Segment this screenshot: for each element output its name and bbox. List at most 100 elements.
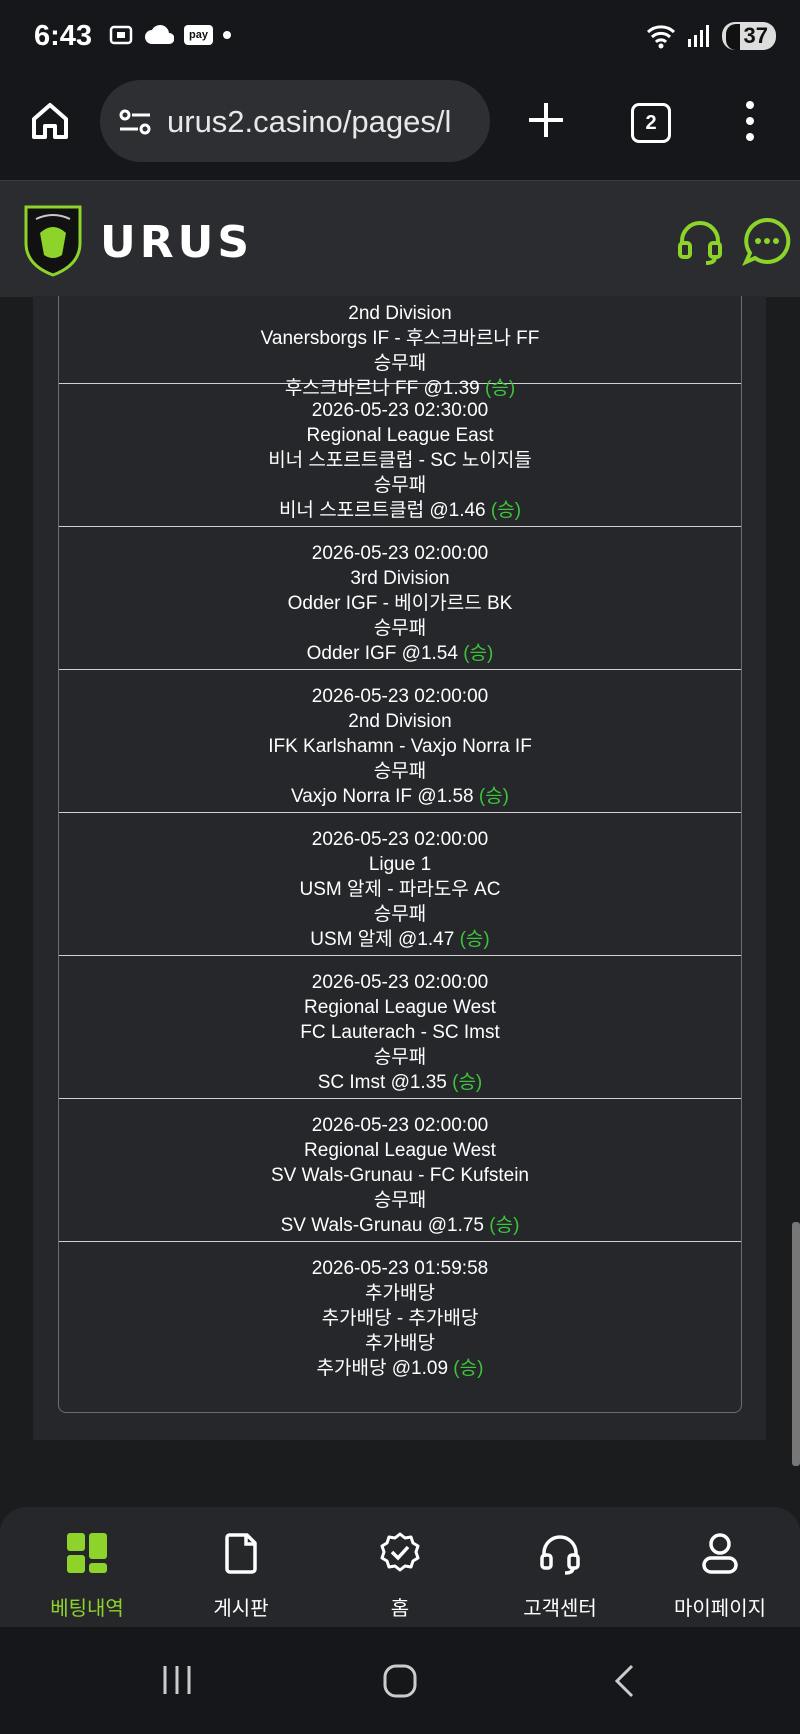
- bet-match: USM 알제 - 파라도우 AC: [299, 879, 501, 900]
- nav-customer-center[interactable]: 고객센터: [485, 1531, 635, 1621]
- bet-market: 승무패: [373, 1047, 427, 1068]
- tab-switcher-button[interactable]: 2: [631, 103, 671, 143]
- bet-pick: 후스크바르나 FF @1.39: [284, 378, 480, 399]
- bet-entry: 2026-05-23 02:00:00 3rd Division Odder I…: [59, 527, 741, 670]
- home-badge-icon: [380, 1532, 420, 1572]
- bet-league: Regional League East: [306, 425, 494, 446]
- headset-icon: [540, 1535, 580, 1575]
- nav-label: 베팅내역: [50, 1598, 124, 1620]
- bet-pick: USM 알제 @1.47: [310, 929, 455, 950]
- system-nav-bar: [0, 1627, 800, 1734]
- bet-entry: 2026-05-23 01:59:58 추가배당 추가배당 - 추가배당 추가배…: [59, 1242, 741, 1385]
- screenshot-icon: [109, 25, 133, 45]
- bet-match: IFK Karlshamn - Vaxjo Norra IF: [268, 736, 532, 757]
- user-icon: [702, 1533, 738, 1574]
- bet-market: 승무패: [373, 904, 427, 925]
- page-scrollbar[interactable]: [792, 1222, 800, 1466]
- status-bar: 6:43 pay 37: [0, 0, 800, 75]
- nav-home[interactable]: 홈: [325, 1531, 475, 1621]
- bet-market: 승무패: [373, 618, 427, 639]
- new-tab-icon[interactable]: [525, 99, 567, 141]
- bet-result: (승): [485, 378, 516, 399]
- bet-result: (승): [489, 1215, 520, 1236]
- bet-result: (승): [453, 1358, 484, 1379]
- bet-match: FC Lauterach - SC Imst: [300, 1022, 500, 1043]
- nav-label: 홈: [390, 1598, 410, 1620]
- wifi-icon: [646, 25, 675, 49]
- bet-match: 추가배당 - 추가배당: [321, 1308, 479, 1329]
- bet-market: 승무패: [373, 1190, 427, 1211]
- bet-pick: 비너 스포르트클럽 @1.46: [278, 500, 486, 521]
- battery-icon: 37: [721, 22, 776, 50]
- bottom-nav: 베팅내역 게시판 홈 고객센터 마이페이지: [0, 1507, 800, 1627]
- recent-apps-icon[interactable]: [160, 1663, 194, 1697]
- bet-market: 추가배당: [365, 1333, 435, 1354]
- bet-entry: 2026-05-23 02:00:00 Regional League West…: [59, 1099, 741, 1242]
- bet-league: 추가배당: [365, 1283, 435, 1304]
- bet-match: SV Wals-Grunau - FC Kufstein: [271, 1165, 529, 1186]
- bet-result: (승): [463, 643, 494, 664]
- bet-entry: 2026-05-23 02:00:00 2nd Division IFK Kar…: [59, 670, 741, 813]
- bet-entry: 2026-05-23 02:00:00 Regional League West…: [59, 956, 741, 1099]
- bet-history-icon: [67, 1533, 107, 1573]
- bet-result: (승): [490, 500, 522, 521]
- bet-league: 3rd Division: [350, 568, 450, 589]
- pay-icon: pay: [184, 25, 213, 45]
- bet-match: Vanersborgs IF - 후스크바르나 FF: [260, 328, 540, 349]
- bet-entry: 2026-05-23 02:30:00 Regional League East…: [59, 384, 741, 527]
- back-icon[interactable]: [612, 1663, 636, 1699]
- address-bar[interactable]: urus2.casino/pages/l: [100, 80, 490, 162]
- bet-league: Regional League West: [304, 997, 496, 1018]
- board-icon: [225, 1533, 257, 1574]
- bet-market: 승무패: [373, 761, 427, 782]
- bet-date: 2026-05-23 02:00:00: [311, 543, 489, 564]
- bet-date: 2026-05-23 02:00:00: [311, 1115, 489, 1136]
- nav-label: 고객센터: [523, 1598, 597, 1620]
- bet-pick: 추가배당 @1.09: [316, 1358, 449, 1379]
- bet-league: Regional League West: [304, 1140, 496, 1161]
- brand-name[interactable]: URUS: [100, 217, 253, 268]
- bet-league: Ligue 1: [368, 854, 432, 875]
- bet-pick: Vaxjo Norra IF @1.58: [290, 786, 474, 807]
- lamborghini-shield-logo[interactable]: [22, 203, 84, 277]
- nav-label: 게시판: [213, 1598, 269, 1620]
- bet-league: 2nd Division: [348, 303, 452, 324]
- bet-date: 2026-05-23 02:00:00: [311, 972, 489, 993]
- nav-label: 마이페이지: [674, 1598, 766, 1620]
- bet-pick: SC Imst @1.35: [317, 1072, 447, 1093]
- more-menu-icon[interactable]: [738, 97, 762, 145]
- browser-toolbar: urus2.casino/pages/l 2: [0, 75, 800, 180]
- nav-bet-history[interactable]: 베팅내역: [12, 1531, 162, 1621]
- bet-league: 2nd Division: [348, 711, 452, 732]
- bet-entry: 2nd Division Vanersborgs IF - 후스크바르나 FF …: [59, 296, 741, 399]
- bet-match: Odder IGF - 베이가르드 BK: [287, 593, 513, 614]
- bet-match: 비너 스포르트클럽 - SC 노이지들: [268, 450, 532, 471]
- bet-date: 2026-05-23 01:59:58: [311, 1258, 489, 1279]
- notification-dot: [222, 31, 231, 39]
- bet-pick: SV Wals-Grunau @1.75: [280, 1215, 484, 1236]
- bet-result: (승): [478, 786, 510, 807]
- bet-market: 승무패: [373, 353, 427, 374]
- signal-icon: [687, 25, 709, 47]
- bet-entry: 2026-05-23 02:00:00 Ligue 1 USM 알제 - 파라도…: [59, 813, 741, 956]
- bet-history-panel: 2nd Division Vanersborgs IF - 후스크바르나 FF …: [33, 296, 766, 1440]
- site-settings-icon[interactable]: [118, 108, 152, 136]
- status-time: 6:43: [34, 20, 93, 52]
- bet-result: (승): [452, 1072, 483, 1093]
- bet-result: (승): [459, 929, 490, 950]
- site-header: URUS: [0, 180, 800, 297]
- chat-bubble-icon[interactable]: [741, 215, 793, 267]
- bet-date: 2026-05-23 02:00:00: [311, 686, 489, 707]
- bet-market: 승무패: [373, 475, 427, 496]
- bet-date: 2026-05-23 02:00:00: [311, 829, 489, 850]
- browser-home-icon[interactable]: [28, 99, 72, 143]
- nav-board[interactable]: 게시판: [166, 1531, 316, 1621]
- bet-date: 2026-05-23 02:30:00: [311, 400, 489, 421]
- home-button-icon[interactable]: [382, 1663, 418, 1699]
- cloud-icon: [145, 25, 174, 44]
- bet-history-list: 2nd Division Vanersborgs IF - 후스크바르나 FF …: [58, 296, 742, 1413]
- bet-pick: Odder IGF @1.54: [306, 643, 458, 664]
- nav-my-page[interactable]: 마이페이지: [645, 1531, 795, 1621]
- url-text[interactable]: urus2.casino/pages/l: [167, 104, 477, 140]
- support-headset-icon[interactable]: [676, 217, 724, 265]
